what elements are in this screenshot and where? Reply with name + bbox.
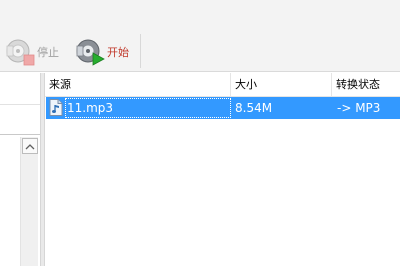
file-name: 11.mp3 [67,101,114,115]
chevron-up-icon [25,143,35,149]
cell-source: 11.mp3 [46,97,231,119]
start-label: 开始 [107,46,129,59]
list-header: 来源 大小 转换状态 [45,73,400,97]
column-header-size[interactable]: 大小 [231,73,332,97]
file-list[interactable]: 来源 大小 转换状态 11.mp3 8.54M -> MP3 [45,73,400,266]
table-row[interactable]: 11.mp3 8.54M -> MP3 [46,97,400,119]
vertical-scrollbar[interactable] [20,137,38,266]
left-panel-header [0,73,40,105]
start-button[interactable]: 开始 [74,36,129,68]
stop-button[interactable]: 停止 [4,36,59,68]
toolbar-separator [140,34,141,68]
column-header-status[interactable]: 转换状态 [332,73,400,97]
cell-status: -> MP3 [337,101,381,115]
start-icon [74,37,106,67]
audio-file-icon [49,99,63,116]
stop-icon [4,37,36,67]
column-header-source[interactable]: 来源 [45,73,231,97]
toolbar: 停止 开始 [0,0,400,72]
scroll-up-button[interactable] [22,138,38,154]
cell-size: 8.54M [235,101,273,115]
stop-label: 停止 [37,46,59,59]
